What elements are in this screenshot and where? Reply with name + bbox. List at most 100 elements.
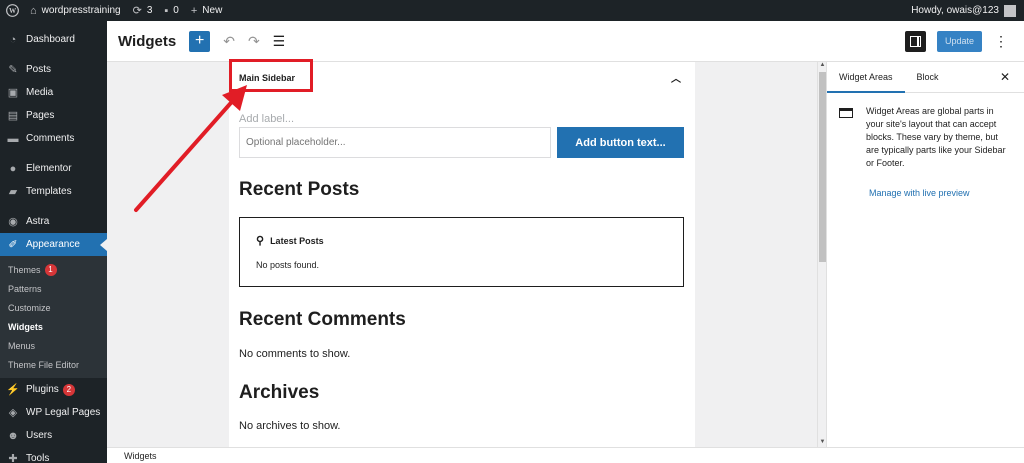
elementor-icon: ● — [9, 162, 17, 175]
search-placeholder-input[interactable] — [239, 127, 551, 158]
manage-live-preview-link[interactable]: Manage with live preview — [869, 188, 1024, 198]
menu-item-elementor[interactable]: ● Elementor — [0, 157, 107, 180]
plugin-icon: ⚡ — [6, 384, 20, 396]
canvas-scrollbar[interactable]: ▲ ▼ — [817, 62, 826, 447]
submenu-item-widgets[interactable]: Widgets — [0, 317, 107, 336]
menu-label: Appearance — [26, 239, 80, 250]
menu-item-wp-legal-pages[interactable]: ◈ WP Legal Pages — [0, 401, 107, 424]
submenu-item-themes[interactable]: Themes 1 — [0, 260, 107, 279]
updates-link[interactable]: ⟳ 3 — [127, 0, 159, 21]
scroll-down-icon[interactable]: ▼ — [819, 439, 826, 447]
redo-icon[interactable]: ↷ — [248, 33, 260, 50]
no-posts-text: No posts found. — [256, 260, 320, 270]
settings-sidebar-toggle-icon[interactable] — [905, 30, 926, 52]
menu-label: WP Legal Pages — [26, 407, 101, 418]
updates-count: 3 — [146, 5, 153, 16]
menu-item-plugins[interactable]: ⚡ Plugins 2 — [0, 378, 107, 401]
widget-area-main-sidebar: Main Sidebar ︿ Add label... Add button t… — [229, 62, 695, 447]
plus-icon: + — [195, 32, 205, 49]
menu-label: Templates — [26, 186, 72, 197]
media-icon: ▣ — [7, 87, 19, 99]
astra-icon: ◉ — [8, 216, 18, 228]
menu-item-comments[interactable]: ▬ Comments — [0, 127, 107, 150]
appearance-submenu: Themes 1 Patterns Customize Widgets Menus… — [0, 256, 107, 378]
editor-canvas: Main Sidebar ︿ Add label... Add button t… — [107, 62, 817, 447]
scroll-thumb[interactable] — [819, 72, 826, 262]
search-block: Add button text... — [239, 127, 695, 158]
comments-icon: ▬ — [7, 132, 19, 145]
submenu-label: Patterns — [8, 283, 42, 294]
breadcrumb-item[interactable]: Widgets — [124, 451, 157, 461]
comments-link[interactable]: ▪ 0 — [158, 0, 184, 21]
scroll-up-icon[interactable]: ▲ — [819, 62, 826, 70]
undo-icon[interactable]: ↶ — [223, 33, 235, 50]
submenu-item-patterns[interactable]: Patterns — [0, 279, 107, 298]
page-title: Widgets — [118, 32, 177, 50]
pages-icon: ▤ — [7, 110, 19, 122]
recent-comments-heading[interactable]: Recent Comments — [239, 309, 695, 335]
menu-label: Pages — [26, 110, 55, 121]
menu-label: Posts — [26, 64, 52, 75]
avatar — [1004, 4, 1016, 17]
list-view-icon[interactable]: ☰ — [273, 33, 286, 50]
submenu-item-customize[interactable]: Customize — [0, 298, 107, 317]
latest-posts-block[interactable]: ⚲ Latest Posts No posts found. — [239, 217, 684, 287]
tab-block[interactable]: Block — [905, 62, 951, 93]
wordpress-logo-icon[interactable]: W — [0, 0, 24, 21]
themes-update-badge: 1 — [44, 263, 57, 276]
close-icon[interactable]: ✕ — [1000, 70, 1010, 84]
submenu-item-theme-file-editor[interactable]: Theme File Editor — [0, 355, 107, 374]
howdy-text: Howdy, owais@123 — [911, 5, 999, 16]
home-icon: ⌂ — [30, 4, 37, 17]
menu-label: Users — [26, 430, 53, 441]
account-menu[interactable]: Howdy, owais@123 — [905, 0, 1024, 21]
new-content-link[interactable]: + New — [185, 0, 228, 21]
menu-item-astra[interactable]: ◉ Astra — [0, 210, 107, 233]
submenu-label: Menus — [8, 340, 36, 351]
editor-header: Widgets + ↶ ↷ ☰ Update ⋮ — [107, 21, 1024, 62]
menu-item-media[interactable]: ▣ Media — [0, 81, 107, 104]
comment-bubble-icon: ▪ — [164, 4, 169, 17]
search-add-label[interactable]: Add label... — [239, 113, 695, 127]
menu-label: Comments — [26, 133, 75, 144]
search-button[interactable]: Add button text... — [557, 127, 684, 158]
wrench-icon: ✚ — [8, 453, 18, 463]
menu-item-tools[interactable]: ✚ Tools — [0, 447, 107, 463]
users-icon: ☻ — [7, 429, 19, 442]
submenu-item-menus[interactable]: Menus — [0, 336, 107, 355]
dashboard-icon: ◔ — [9, 33, 17, 46]
menu-label: Tools — [26, 453, 50, 463]
comments-count: 0 — [173, 5, 179, 16]
submenu-label: Theme File Editor — [8, 359, 80, 370]
menu-item-users[interactable]: ☻ Users — [0, 424, 107, 447]
update-button[interactable]: Update — [937, 30, 982, 52]
archives-heading[interactable]: Archives — [239, 382, 695, 408]
chevron-up-icon[interactable]: ︿ — [671, 70, 681, 85]
sidebar-tabs: Widget Areas Block ✕ — [827, 62, 1024, 93]
pin-icon: ⚲ — [256, 235, 265, 247]
new-label: New — [202, 5, 223, 16]
more-options-icon[interactable]: ⋮ — [994, 33, 1008, 50]
plugins-update-badge: 2 — [62, 383, 75, 396]
tab-widget-areas[interactable]: Widget Areas — [827, 62, 905, 93]
no-archives-text: No archives to show. — [239, 420, 341, 432]
menu-item-templates[interactable]: ▰ Templates — [0, 180, 107, 203]
breadcrumb: Widgets — [107, 447, 1024, 463]
menu-item-posts[interactable]: ✎ Posts — [0, 58, 107, 81]
add-block-button[interactable]: + — [189, 30, 211, 52]
admin-menu: ◔ Dashboard ✎ Posts ▣ Media ▤ Pages ▬ Comment… — [0, 21, 107, 463]
menu-label: Media — [26, 87, 54, 98]
menu-item-appearance[interactable]: ✐ Appearance — [0, 233, 107, 256]
folder-icon: ▰ — [8, 186, 18, 198]
site-name-link[interactable]: ⌂ wordpresstraining — [24, 0, 127, 21]
menu-item-dashboard[interactable]: ◔ Dashboard — [0, 28, 107, 51]
menu-item-pages[interactable]: ▤ Pages — [0, 104, 107, 127]
annotation-highlight-box — [229, 59, 313, 92]
no-comments-text: No comments to show. — [239, 348, 351, 360]
menu-label: Dashboard — [26, 34, 75, 45]
paintbrush-icon: ✐ — [8, 239, 18, 251]
recent-posts-heading[interactable]: Recent Posts — [239, 179, 695, 205]
latest-posts-title: Latest Posts — [270, 235, 324, 246]
settings-sidebar: Widget Areas Block ✕ Widget Areas are gl… — [826, 62, 1024, 447]
submenu-label: Themes — [8, 264, 41, 275]
